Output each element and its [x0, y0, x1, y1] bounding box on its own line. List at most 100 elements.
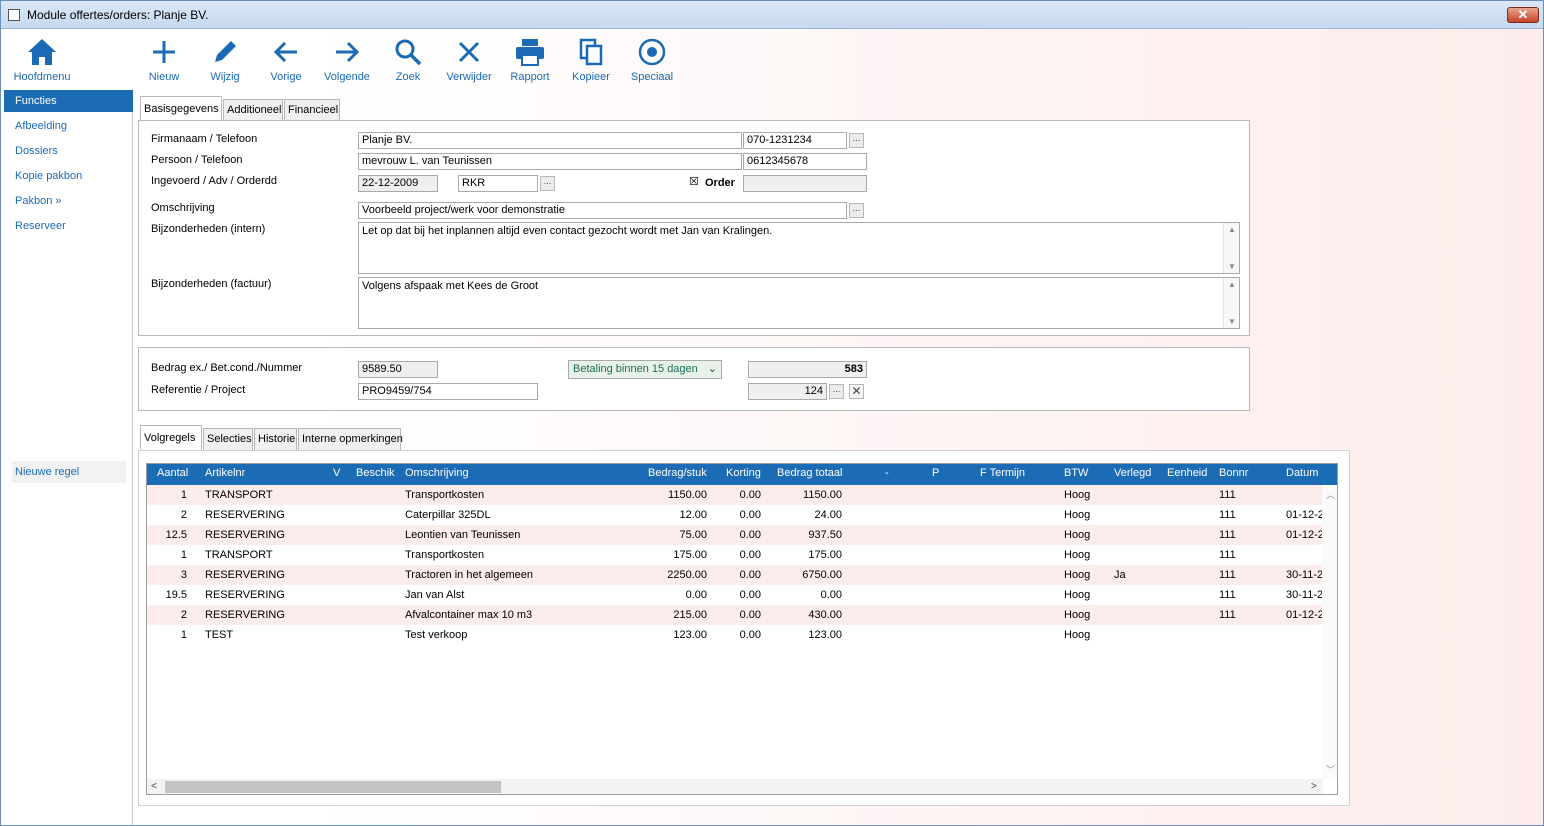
invoice-scrollbar[interactable]: ▲ ▼	[1223, 278, 1239, 328]
search-label: Zoek	[395, 71, 421, 83]
tab-interne-opmerkingen[interactable]: Interne opmerkingen	[298, 428, 403, 450]
close-button[interactable]: ✕	[1507, 7, 1539, 23]
cell-bedrag-stuk: 75.00	[679, 529, 707, 541]
sidebar-item-reserveer[interactable]: Reserveer	[4, 215, 133, 237]
col-aantal[interactable]: Aantal	[157, 467, 188, 479]
sidebar-item-new-row[interactable]: Nieuwe regel	[12, 461, 126, 483]
table-row[interactable]: 1 TRANSPORT Transportkosten 175.00 0.00 175.0…	[147, 545, 1323, 565]
col-omschrijving[interactable]: Omschrijving	[405, 467, 469, 479]
cell-bedrag-totaal: 175.00	[808, 549, 842, 561]
description-field[interactable]: Voorbeeld project/werk voor demonstratie	[358, 202, 847, 219]
cell-aantal: 1	[180, 629, 187, 641]
cell-bedrag-stuk: 175.00	[673, 549, 707, 561]
sidebar-item-afbeelding[interactable]: Afbeelding	[4, 115, 133, 137]
special-button[interactable]: Speciaal	[617, 33, 687, 89]
sidebar-item-dossiers[interactable]: Dossiers	[4, 140, 133, 162]
sidebar-item-functies[interactable]: Functies	[4, 90, 133, 112]
scrollbar-thumb[interactable]	[165, 781, 501, 793]
description-lookup-button[interactable]: ...	[849, 203, 864, 218]
order-checkbox[interactable]: ☒	[689, 175, 699, 188]
col-dash[interactable]: -	[885, 467, 889, 479]
pencil-icon	[215, 41, 236, 62]
cell-btw: Hoog	[1064, 549, 1091, 561]
reference-field[interactable]: PRO9459/754	[358, 383, 538, 400]
col-f-termijn[interactable]: F Termijn	[980, 467, 1025, 479]
intern-textarea[interactable]: Let op dat bij het inplannen altijd even…	[358, 222, 1240, 274]
table-row[interactable]: 1 TEST Test verkoop 123.00 0.00 123.00 Hoog	[147, 625, 1323, 645]
col-v[interactable]: V	[333, 467, 340, 479]
number-field: 583	[748, 361, 867, 378]
delete-button[interactable]: Verwijder	[434, 33, 504, 89]
cell-omschrijving: Transportkosten	[405, 489, 485, 501]
tab-volgregels[interactable]: Volgregels	[140, 425, 202, 450]
col-bonnr[interactable]: Bonnr	[1219, 467, 1248, 479]
col-bedrag-totaal[interactable]: Bedrag totaal	[777, 467, 842, 479]
next-button[interactable]: Volgende	[312, 33, 382, 89]
basic-data-panel: Firmanaam / Telefoon Planje BV. 070-1231…	[138, 120, 1250, 336]
cell-bonnr: 111	[1219, 569, 1236, 581]
table-row[interactable]: 2 RESERVERING Afvalcontainer max 10 m3 215.…	[147, 605, 1323, 625]
reference-label: Referentie / Project	[151, 384, 246, 396]
cell-bedrag-stuk: 0.00	[685, 589, 707, 601]
col-bedrag-stuk[interactable]: Bedrag/stuk	[648, 467, 707, 479]
payment-condition-select[interactable]: Betaling binnen 15 dagen ⌄	[568, 360, 722, 379]
cell-korting: 0.00	[739, 609, 761, 621]
cell-artikelnr: TEST	[205, 629, 234, 641]
order-date-field[interactable]	[743, 175, 867, 192]
home-label: Hoofdmenu	[13, 71, 71, 83]
sidebar-item-pakbon[interactable]: Pakbon »	[4, 190, 133, 212]
cell-datum: 01-12-2	[1286, 529, 1322, 541]
cell-omschrijving: Transportkosten	[405, 549, 485, 561]
copy-button[interactable]: Kopieer	[556, 33, 626, 89]
invoice-textarea[interactable]: Volgens afspaak met Kees de Groot ▲ ▼	[358, 277, 1240, 329]
col-korting[interactable]: Korting	[726, 467, 761, 479]
phone-field[interactable]: 070-1231234	[743, 132, 847, 149]
report-button[interactable]: Rapport	[495, 33, 565, 89]
tab-basisgegevens[interactable]: Basisgegevens	[140, 96, 222, 121]
col-eenheid[interactable]: Eenheid	[1167, 467, 1207, 479]
new-button[interactable]: Nieuw	[129, 33, 199, 89]
firm-field[interactable]: Planje BV.	[358, 132, 742, 149]
cell-btw: Hoog	[1064, 529, 1091, 541]
clear-project-button[interactable]: ✕	[849, 384, 864, 399]
edit-button[interactable]: Wijzig	[190, 33, 260, 89]
previous-button[interactable]: Vorige	[251, 33, 321, 89]
table-vertical-scrollbar[interactable]: ︿ ﹀	[1322, 485, 1337, 779]
cell-korting: 0.00	[739, 549, 761, 561]
table-horizontal-scrollbar[interactable]: < >	[147, 779, 1323, 794]
table-row[interactable]: 12.5 RESERVERING Leontien van Teunissen 75.…	[147, 525, 1323, 545]
cell-artikelnr: TRANSPORT	[205, 549, 273, 561]
cell-bonnr: 111	[1219, 489, 1236, 501]
cell-bedrag-totaal: 1150.00	[803, 489, 842, 501]
tab-historie[interactable]: Historie	[254, 428, 297, 450]
col-p[interactable]: P	[932, 467, 939, 479]
search-button[interactable]: Zoek	[373, 33, 443, 89]
col-btw[interactable]: BTW	[1064, 467, 1088, 479]
person-field[interactable]: mevrouw L. van Teunissen	[358, 153, 742, 170]
table-body: 1 TRANSPORT Transportkosten 1150.00 0.00 1150…	[147, 485, 1323, 645]
project-lookup-button[interactable]: ...	[829, 384, 844, 399]
col-beschik[interactable]: Beschik	[356, 467, 395, 479]
table-row[interactable]: 3 RESERVERING Tractoren in het algemeen 225…	[147, 565, 1323, 585]
cell-artikelnr: RESERVERING	[205, 609, 285, 621]
table-row[interactable]: 1 TRANSPORT Transportkosten 1150.00 0.00 1150…	[147, 485, 1323, 505]
col-datum[interactable]: Datum	[1286, 467, 1318, 479]
person-phone-field[interactable]: 0612345678	[743, 153, 867, 170]
tab-selecties[interactable]: Selecties	[203, 428, 253, 450]
tab-additioneel[interactable]: Additioneel	[223, 99, 283, 121]
intern-scrollbar[interactable]: ▲ ▼	[1223, 223, 1239, 273]
table-row[interactable]: 2 RESERVERING Caterpillar 325DL 12.00 0.00 24…	[147, 505, 1323, 525]
cell-aantal: 1	[180, 489, 187, 501]
adv-lookup-button[interactable]: ...	[540, 176, 555, 191]
home-button[interactable]: Hoofdmenu	[7, 33, 77, 89]
col-verlegd[interactable]: Verlegd	[1114, 467, 1151, 479]
cell-omschrijving: Afvalcontainer max 10 m3	[405, 609, 533, 621]
tab-financieel[interactable]: Financieel	[284, 99, 340, 121]
cell-omschrijving: Caterpillar 325DL	[405, 509, 491, 521]
adv-field[interactable]: RKR	[458, 175, 538, 192]
col-artikelnr[interactable]: Artikelnr	[205, 467, 245, 479]
sidebar-item-kopie-pakbon[interactable]: Kopie pakbon	[4, 165, 133, 187]
table-row[interactable]: 19.5 RESERVERING Jan van Alst 0.00 0.00 0.00 H…	[147, 585, 1323, 605]
firm-lookup-button[interactable]: ...	[849, 133, 864, 148]
cell-bedrag-stuk: 215.00	[673, 609, 707, 621]
